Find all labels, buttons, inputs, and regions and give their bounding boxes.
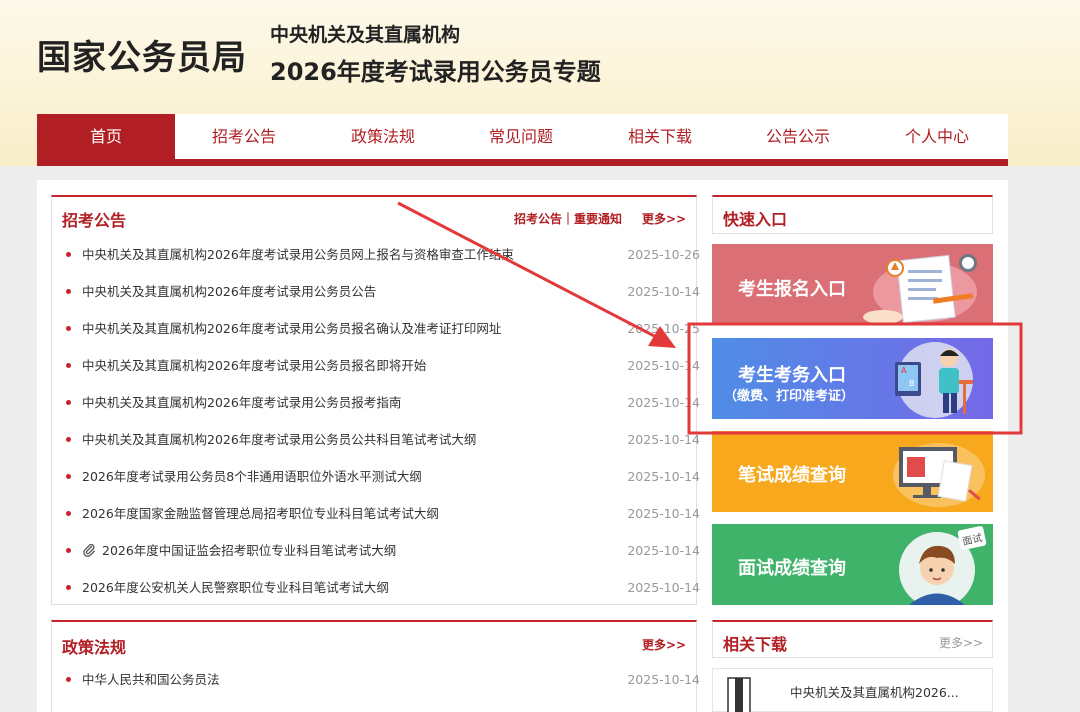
policy-more-link[interactable]: 更多>>	[642, 636, 686, 653]
quick-entry-title: 快速入口	[723, 210, 788, 229]
main-nav: 首页 招考公告 政策法规 常见问题 相关下载 公告公示 个人中心	[37, 114, 1008, 166]
document-thumbnail-icon	[727, 677, 751, 712]
bullet-icon	[66, 585, 71, 590]
paperclip-icon	[83, 543, 95, 557]
list-item[interactable]: 中央机关及其直属机构2026年度考试录用公务员公告 2025-10-14	[66, 282, 700, 302]
announcements-more-link[interactable]: 更多>>	[642, 210, 686, 227]
list-item[interactable]: 2026年度考试录用公务员8个非通用语职位外语水平测试大纲 2025-10-14	[66, 467, 700, 487]
downloads-more-link[interactable]: 更多>>	[939, 634, 983, 651]
interview-score-query-button[interactable]: 面试成绩查询 面试	[712, 524, 993, 605]
written-score-query-label: 笔试成绩查询	[738, 465, 846, 486]
announcements-tabs[interactable]: 招考公告｜重要通知	[514, 210, 622, 227]
nav-personal-center[interactable]: 个人中心	[868, 114, 1006, 159]
list-item[interactable]: 中央机关及其直属机构2026年度考试录用公务员公共科目笔试考试大纲 2025-1…	[66, 430, 700, 450]
announcements-title: 招考公告	[62, 211, 127, 230]
nav-downloads[interactable]: 相关下载	[591, 114, 729, 159]
registration-entry-button[interactable]: 考生报名入口	[712, 244, 993, 325]
bullet-icon	[66, 252, 71, 257]
person-at-computer-icon: A B	[895, 342, 973, 418]
score-chart-icon	[893, 443, 985, 507]
quick-entry-panel: 快速入口	[712, 195, 993, 234]
svg-text:B: B	[909, 379, 915, 388]
downloads-panel: 相关下载 更多>>	[712, 620, 993, 658]
interview-score-query-label: 面试成绩查询	[738, 558, 846, 579]
list-item[interactable]: 2026年度中国证监会招考职位专业科目笔试考试大纲 2025-10-14	[66, 541, 700, 561]
registration-entry-label: 考生报名入口	[738, 279, 846, 300]
bullet-icon	[66, 326, 71, 331]
header-title: 2026年度考试录用公务员专题	[270, 58, 601, 86]
bullet-icon	[66, 511, 71, 516]
exam-service-entry-label: 考生考务入口	[738, 365, 846, 386]
nav-notices[interactable]: 公告公示	[729, 114, 867, 159]
bullet-icon	[66, 400, 71, 405]
policy-panel: 政策法规 更多>> 中华人民共和国公务员法 2025-10-14	[51, 620, 700, 712]
bullet-icon	[66, 363, 71, 368]
list-item[interactable]: 中华人民共和国公务员法 2025-10-14	[66, 670, 700, 690]
document-icon	[863, 254, 977, 324]
list-item[interactable]: 2026年度国家金融监督管理总局招考职位专业科目笔试考试大纲 2025-10-1…	[66, 504, 700, 524]
header-subtitle: 中央机关及其直属机构	[270, 24, 461, 46]
list-item[interactable]: 中央机关及其直属机构2026年度考试录用公务员报名即将开始 2025-10-14	[66, 356, 700, 376]
written-score-query-button[interactable]: 笔试成绩查询	[712, 431, 993, 512]
bullet-icon	[66, 289, 71, 294]
policy-title: 政策法规	[62, 638, 127, 657]
bullet-icon	[66, 548, 71, 553]
downloads-title: 相关下载	[723, 635, 788, 654]
exam-service-entry-sublabel: （缴费、打印准考证）	[724, 389, 855, 404]
nav-faq[interactable]: 常见问题	[452, 114, 590, 159]
list-item[interactable]: 中央机关及其直属机构2026年度考试录用公务员报考指南 2025-10-14	[66, 393, 700, 413]
download-item-title: 中央机关及其直属机构2026...	[790, 685, 959, 700]
nav-policy[interactable]: 政策法规	[314, 114, 452, 159]
list-item[interactable]: 中央机关及其直属机构2026年度考试录用公务员报名确认及准考证打印网址 2025…	[66, 319, 700, 339]
announcements-panel: 招考公告 招考公告｜重要通知 更多>> 中央机关及其直属机构2026年度考试录用…	[51, 195, 700, 605]
list-item[interactable]: 中央机关及其直属机构2026年度考试录用公务员网上报名与资格审查工作结束 202…	[66, 245, 700, 265]
nav-announcements[interactable]: 招考公告	[175, 114, 313, 159]
interviewee-avatar-icon: 面试	[899, 526, 987, 605]
svg-text:A: A	[901, 366, 907, 375]
bullet-icon	[66, 677, 71, 682]
nav-home[interactable]: 首页	[37, 114, 175, 159]
exam-service-entry-button[interactable]: 考生考务入口 （缴费、打印准考证） A B	[712, 338, 993, 419]
site-logo[interactable]: 国家公务员局	[37, 30, 247, 79]
download-item[interactable]: 中央机关及其直属机构2026...	[712, 668, 993, 712]
bullet-icon	[66, 474, 71, 479]
bullet-icon	[66, 437, 71, 442]
list-item[interactable]: 2026年度公安机关人民警察职位专业科目笔试考试大纲 2025-10-14	[66, 578, 700, 598]
